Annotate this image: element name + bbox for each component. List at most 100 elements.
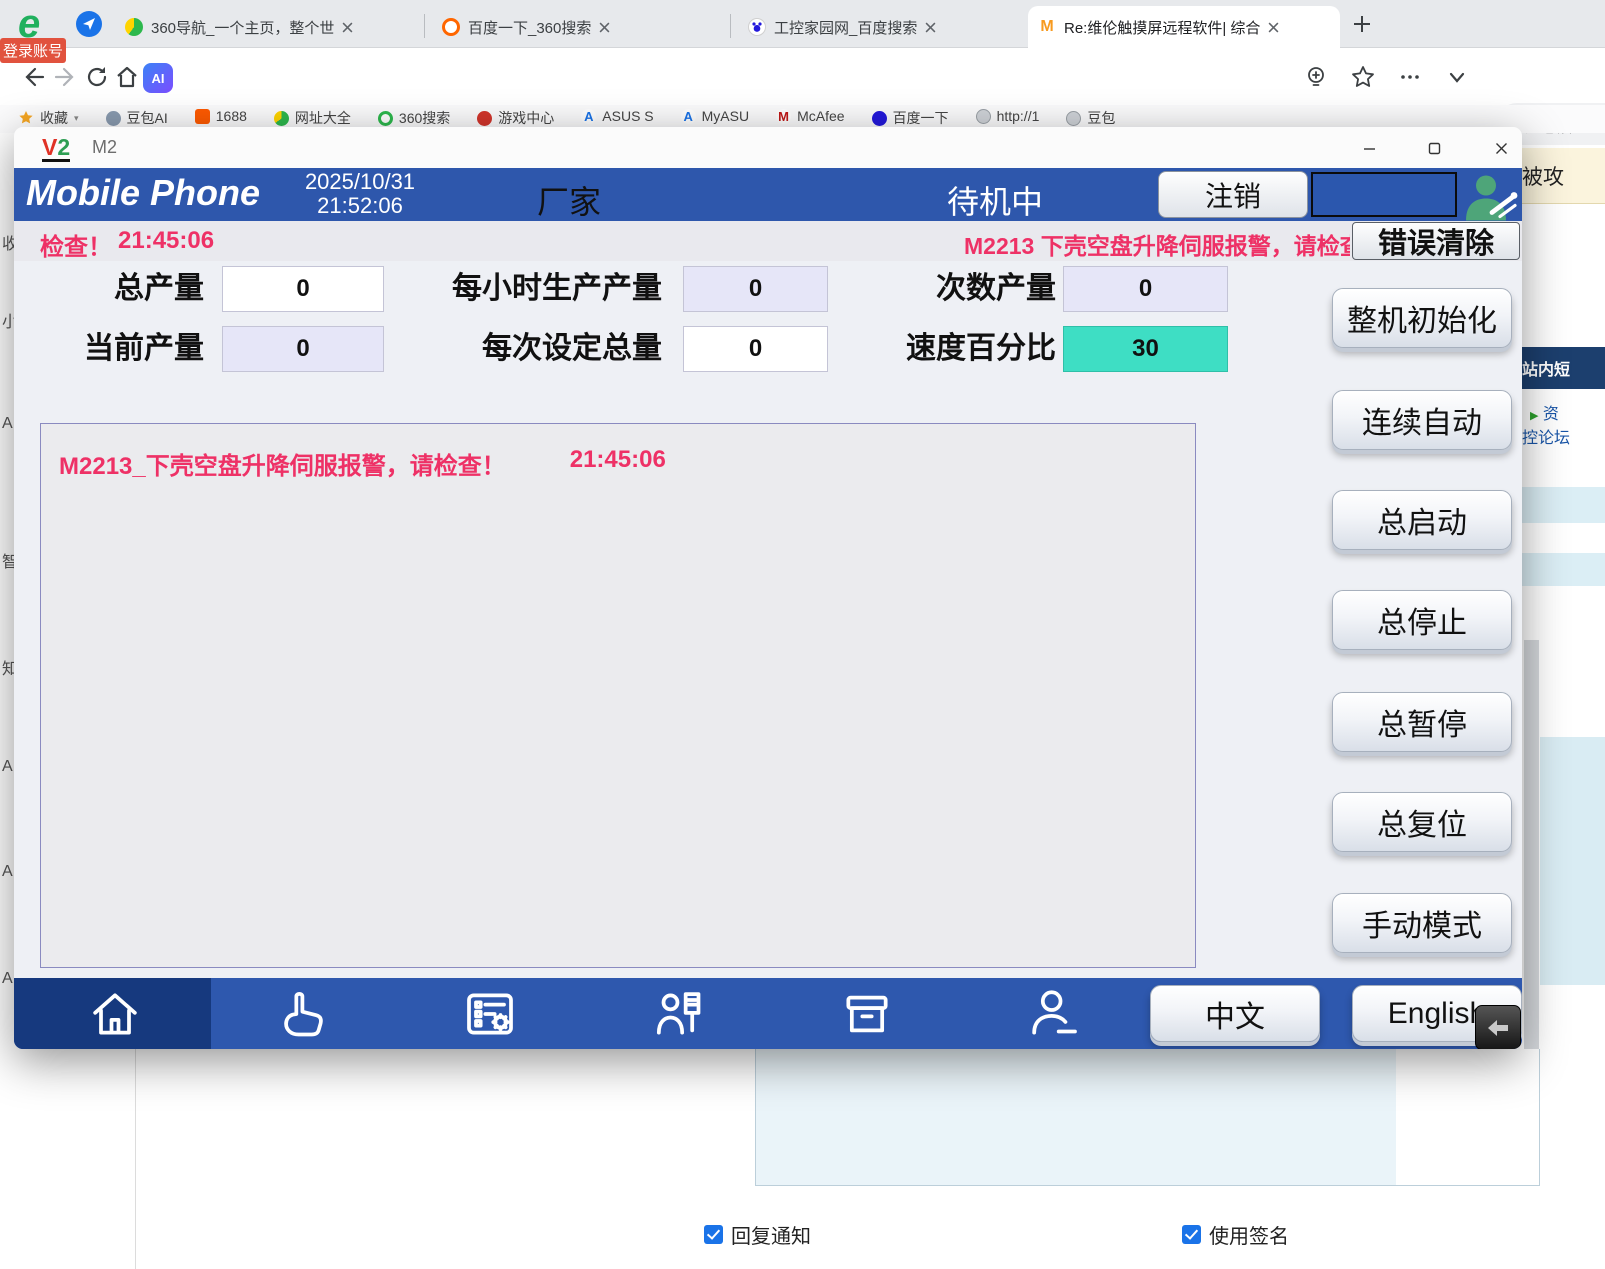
- manual-mode-button[interactable]: 手动模式: [1332, 893, 1512, 953]
- stat-value-hourly-output[interactable]: 0: [683, 266, 828, 312]
- bookmark-label: MyASU: [702, 108, 749, 124]
- remote-back-button[interactable]: [1475, 1005, 1521, 1049]
- page-divider: [135, 1049, 136, 1269]
- page-warning-bar: 被攻: [1522, 148, 1605, 204]
- minimize-button[interactable]: [1354, 135, 1384, 161]
- window-titlebar[interactable]: V2 M2: [14, 127, 1522, 168]
- chevron-down-icon[interactable]: [1444, 64, 1470, 90]
- tray-box-icon[interactable]: [839, 986, 895, 1042]
- tab-separator: [730, 14, 731, 38]
- v2-viewer-icon: V2: [42, 135, 70, 162]
- bookmark-label: 收藏: [40, 108, 68, 128]
- master-reset-button[interactable]: 总复位: [1332, 792, 1512, 852]
- user-logout-icon[interactable]: [1026, 986, 1082, 1042]
- stat-value-set-total[interactable]: 0: [683, 326, 828, 372]
- error-clear-button[interactable]: 错误清除: [1352, 222, 1520, 260]
- machine-init-button[interactable]: 整机初始化: [1332, 288, 1512, 348]
- page-link[interactable]: 控论坛: [1522, 424, 1570, 448]
- tab-title: Re:维伦触摸屏远程软件| 综合: [1064, 17, 1260, 38]
- stat-value-current-output[interactable]: 0: [222, 326, 384, 372]
- bookmark-label: ASUS S: [602, 108, 653, 124]
- master-start-button[interactable]: 总启动: [1332, 490, 1512, 550]
- language-chinese-button[interactable]: 中文: [1150, 985, 1320, 1042]
- new-tab-button[interactable]: [1348, 10, 1376, 38]
- bookmark-mcafee[interactable]: MMcAfee: [776, 108, 844, 124]
- manual-hand-icon[interactable]: [273, 986, 329, 1042]
- favorite-star-icon[interactable]: [1350, 64, 1376, 90]
- hmi-date: 2025/10/31: [282, 170, 438, 194]
- parameter-settings-icon[interactable]: [462, 986, 518, 1042]
- bookmark-label: 1688: [216, 108, 247, 124]
- tab-baidu-360search[interactable]: 百度一下_360搜索: [432, 6, 724, 48]
- tab-close-icon[interactable]: [342, 22, 353, 33]
- refresh-icon[interactable]: [84, 64, 110, 90]
- master-pause-button[interactable]: 总暂停: [1332, 692, 1512, 752]
- bookmark-favorites[interactable]: 收藏▾: [18, 108, 79, 128]
- browser-tab-bar: e 360导航_一个主页，整个世 百度一下_360搜索 工控家园网_百度搜索 M…: [0, 0, 1605, 48]
- hmi-machine-status: 待机中: [930, 177, 1060, 223]
- bookmark-wangzhi[interactable]: 网址大全: [274, 108, 351, 128]
- tab-favicon: M: [1038, 18, 1056, 36]
- home-nav-icon[interactable]: [87, 986, 143, 1042]
- reply-form-tint: [756, 1049, 1396, 1185]
- lamp-plugin-icon[interactable]: [1303, 64, 1329, 90]
- bookmark-label: McAfee: [797, 108, 844, 124]
- bookmark-doubao-ai[interactable]: 豆包AI: [106, 108, 168, 128]
- screen: e 360导航_一个主页，整个世 百度一下_360搜索 工控家园网_百度搜索 M…: [0, 0, 1605, 1269]
- logout-button[interactable]: 注销: [1158, 171, 1308, 218]
- tab-gongkong-search[interactable]: 工控家园网_百度搜索: [738, 6, 1022, 48]
- bookmark-baidu[interactable]: 百度一下: [872, 108, 949, 128]
- stat-value-total-output[interactable]: 0: [222, 266, 384, 312]
- stat-value-speed-percent[interactable]: 30: [1063, 326, 1228, 372]
- tab-title: 百度一下_360搜索: [468, 17, 591, 38]
- m2-window: V2 M2 Mobile Phone 2025/10/31 21:52:06 厂…: [14, 127, 1522, 1049]
- use-signature-checkbox-row[interactable]: 使用签名: [1182, 1220, 1289, 1249]
- alarm-strip-message: M2213 下壳空盘升降伺服报警，请检查！: [964, 227, 1350, 261]
- send-icon[interactable]: [76, 11, 102, 37]
- bookmark-1688[interactable]: 1688: [195, 108, 247, 124]
- operator-icon[interactable]: [1460, 168, 1522, 221]
- close-button[interactable]: [1486, 135, 1516, 161]
- tab-favicon: [125, 18, 143, 36]
- master-stop-button[interactable]: 总停止: [1332, 590, 1512, 650]
- bookmark-myasus[interactable]: AMyASU: [681, 108, 749, 124]
- bookmark-doubao[interactable]: 豆包: [1066, 108, 1115, 128]
- tab-weinview-thread[interactable]: M Re:维伦触摸屏远程软件| 综合: [1028, 6, 1340, 48]
- tab-title: 360导航_一个主页，整个世: [151, 17, 334, 38]
- hmi-bottom-nav: 中文 English: [14, 978, 1522, 1049]
- tab-favicon: [748, 18, 766, 36]
- tab-360-nav[interactable]: 360导航_一个主页，整个世: [115, 6, 417, 48]
- more-menu-icon[interactable]: [1397, 64, 1423, 90]
- checkbox-checked-icon[interactable]: [704, 1225, 723, 1244]
- bookmark-favicon: [274, 111, 289, 126]
- forward-icon[interactable]: [53, 64, 79, 90]
- bookmark-favicon: [1066, 111, 1081, 126]
- stat-label-speed-percent: 速度百分比: [814, 326, 1056, 372]
- maximize-button[interactable]: [1419, 135, 1449, 161]
- reply-notify-checkbox-row[interactable]: 回复通知: [704, 1220, 811, 1249]
- stat-value-cycle-count[interactable]: 0: [1063, 266, 1228, 312]
- page-link[interactable]: ▶ 资: [1530, 400, 1559, 424]
- bookmark-label: 豆包: [1087, 108, 1115, 128]
- tab-close-icon[interactable]: [925, 22, 936, 33]
- checkbox-checked-icon[interactable]: [1182, 1225, 1201, 1244]
- continuous-auto-button[interactable]: 连续自动: [1332, 390, 1512, 450]
- stat-label-cycle-count: 次数产量: [814, 266, 1056, 312]
- login-input-box[interactable]: [1311, 172, 1457, 217]
- bookmark-game-center[interactable]: 游戏中心: [477, 108, 554, 128]
- ai-assistant-button[interactable]: AI: [143, 63, 173, 93]
- bookmark-http1[interactable]: http://1: [976, 108, 1040, 124]
- tab-close-icon[interactable]: [599, 22, 610, 33]
- home-icon[interactable]: [114, 64, 140, 90]
- browser-toolbar: AI ymmfa.com / Re:维伦触摸屏远程软件| 综合讨论 - 地铁: [0, 48, 1605, 105]
- alarm-list-box[interactable]: M2213_下壳空盘升降伺服报警，请检查！ 21:45:06: [40, 423, 1196, 968]
- login-account-badge[interactable]: 登录账号: [0, 38, 66, 63]
- bookmark-asus[interactable]: AASUS S: [581, 108, 653, 124]
- sidebar-glyph: A: [2, 415, 13, 433]
- maintenance-user-icon[interactable]: [653, 986, 709, 1042]
- bookmark-360search[interactable]: 360搜索: [378, 108, 450, 128]
- back-icon[interactable]: [20, 64, 46, 90]
- tab-close-icon[interactable]: [1268, 22, 1279, 33]
- page-scroll-strip[interactable]: [1524, 640, 1539, 1050]
- bookmark-label: 豆包AI: [127, 108, 168, 128]
